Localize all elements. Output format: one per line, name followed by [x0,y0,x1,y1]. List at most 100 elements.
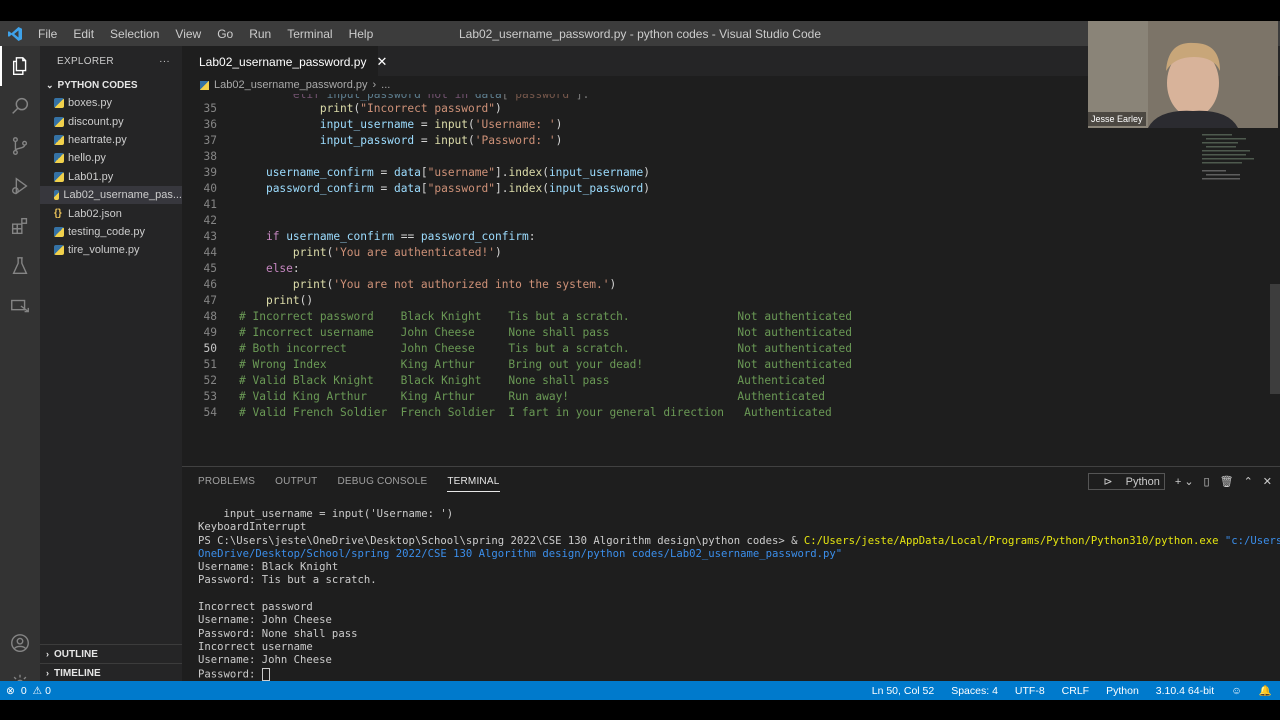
line-number: 51 [203,358,217,371]
warning-count[interactable]: 0 [45,685,51,697]
terminal-line: Incorrect username [198,640,313,653]
new-terminal-plus-icon[interactable]: + [1175,476,1181,488]
menu-run[interactable]: Run [241,27,279,41]
tab-debug-console[interactable]: DEBUG CONSOLE [337,476,427,492]
terminal-select[interactable]: ⊳ Python [1088,473,1165,490]
file-item-hello[interactable]: hello.py [40,149,182,167]
extensions-icon[interactable] [0,206,40,246]
code-line-53: # Valid King Arthur King Arthur Run away… [239,390,825,403]
file-item-lab01[interactable]: Lab01.py [40,168,182,186]
folder-python-codes[interactable]: ⌄ PYTHON CODES [40,76,182,94]
timeline-label: TIMELINE [54,667,101,679]
folder-label: PYTHON CODES [57,79,138,91]
script-path: "c:/Users/jeste/ [1224,534,1280,547]
file-item-lab02-username-password[interactable]: Lab02_username_pas... [40,185,182,205]
explorer-icon[interactable] [0,46,40,86]
python-interpreter[interactable]: 3.10.4 64-bit [1156,685,1214,697]
remote-indicator-icon[interactable]: ⊗ [6,685,15,697]
menu-help[interactable]: Help [341,27,382,41]
minimap[interactable] [1190,94,1280,466]
file-label: boxes.py [68,97,113,110]
file-label: Lab02_username_pas... [63,189,182,202]
chevron-down-icon[interactable]: ⌄ [1184,475,1193,488]
code-line-39: username_confirm = data["username"].inde… [265,166,650,179]
line-number: 39 [203,166,217,179]
breadcrumb-file[interactable]: Lab02_username_password.py [214,79,368,91]
terminal-line: Username: John Cheese [198,654,332,667]
menu-terminal[interactable]: Terminal [279,27,340,41]
error-count[interactable]: 0 [21,685,27,697]
line-number: 41 [203,198,217,211]
code-line-48: # Incorrect password Black Knight Tis bu… [239,310,852,323]
code-line-46: print('You are not authorized into the s… [292,278,617,291]
encoding[interactable]: UTF-8 [1015,685,1045,697]
tab-problems[interactable]: PROBLEMS [198,476,255,492]
run-debug-icon[interactable] [0,166,40,206]
menu-file[interactable]: File [30,27,65,41]
line-number: 35 [203,102,217,115]
panel-actions: ⊳ Python + ⌄ ▯ 🗑 ⌃ ✕ [1078,473,1272,490]
terminal-output[interactable]: input_username = input('Username: ') Keyb… [198,508,1280,682]
menu-edit[interactable]: Edit [65,27,102,41]
terminal-icon: ⊳ [1103,476,1113,488]
chevron-up-icon[interactable]: ⌃ [1244,475,1253,488]
tab-lab02-username-password[interactable]: Lab02_username_password.py ✕ [182,46,387,76]
json-file-icon: {} [54,208,62,220]
file-label: Lab02.json [68,207,122,220]
remote-explorer-icon[interactable] [0,286,40,326]
python-file-icon [54,134,64,145]
menu-go[interactable]: Go [209,27,241,41]
terminal-line: KeyboardInterrupt [198,521,307,534]
search-icon[interactable] [0,86,40,126]
menu-selection[interactable]: Selection [102,27,167,41]
feedback-icon[interactable]: ☺ [1231,685,1242,697]
file-item-boxes[interactable]: boxes.py [40,94,182,112]
line-number: 50 [203,342,217,355]
close-panel-icon[interactable]: ✕ [1263,475,1272,488]
chevron-right-icon: › [46,649,49,659]
file-item-discount[interactable]: discount.py [40,112,182,130]
terminal-prompt-line: Password: [198,667,1268,682]
line-number: 48 [203,310,217,323]
timeline-section[interactable]: › TIMELINE [40,663,182,682]
warning-icon: ⚠ [32,684,43,697]
line-number: 45 [203,262,217,275]
account-icon[interactable] [0,623,40,663]
file-item-tire-volume[interactable]: tire_volume.py [40,241,182,259]
tab-output[interactable]: OUTPUT [275,476,317,492]
indentation[interactable]: Spaces: 4 [951,685,998,697]
file-item-lab02-json[interactable]: {} Lab02.json [40,204,182,222]
more-actions-icon[interactable]: ··· [159,56,170,67]
close-tab-icon[interactable]: ✕ [376,54,387,70]
line-ending[interactable]: CRLF [1062,685,1089,697]
activity-bar [0,46,40,692]
file-item-testing-code[interactable]: testing_code.py [40,223,182,241]
outline-section[interactable]: › OUTLINE [40,644,182,663]
line-number: 36 [203,118,217,131]
split-terminal-icon[interactable]: ▯ [1204,475,1210,488]
chevron-down-icon: ⌄ [46,79,54,90]
notifications-bell-icon[interactable]: 🔔 [1259,684,1272,697]
language-mode[interactable]: Python [1106,685,1139,697]
tab-terminal[interactable]: TERMINAL [447,476,500,492]
code-line-51: # Wrong Index King Arthur Bring out your… [239,358,852,371]
ps-prompt: PS C:\Users\jeste\OneDrive\Desktop\Schoo… [198,534,804,547]
menu-view[interactable]: View [167,27,209,41]
code-line-36: input_username = input('Username: ') [319,118,563,131]
line-number: 47 [203,294,217,307]
source-control-icon[interactable] [0,126,40,166]
line-number: 52 [203,374,217,387]
code-line-50: # Both incorrect John Cheese Tis but a s… [239,342,852,355]
file-item-heartrate[interactable]: heartrate.py [40,131,182,149]
breadcrumb-more[interactable]: ... [381,79,390,91]
code-line-54: # Valid French Soldier French Soldier I … [239,406,832,419]
cursor-position[interactable]: Ln 50, Col 52 [872,685,934,697]
editor-scrollbar[interactable] [1270,284,1280,394]
trash-icon[interactable]: 🗑 [1220,475,1234,488]
code-editor[interactable]: elif input_password not in data["passwor… [182,94,1280,466]
line-number: 46 [203,278,217,291]
line-number: 42 [203,214,217,227]
terminal-line: Password: Tis but a scratch. [198,574,377,587]
testing-flask-icon[interactable] [0,246,40,286]
